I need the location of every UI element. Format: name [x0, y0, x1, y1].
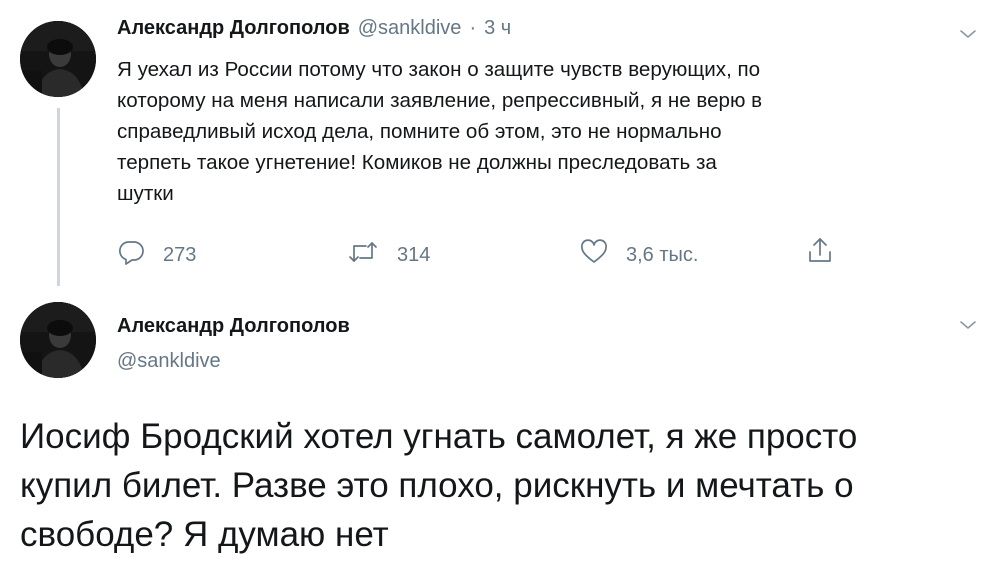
like-button[interactable]: 3,6 тыс.: [580, 239, 699, 271]
reply-button[interactable]: 273: [117, 240, 196, 270]
avatar[interactable]: [20, 302, 96, 378]
heart-icon: [580, 239, 608, 271]
reply-icon: [117, 239, 145, 271]
author-handle[interactable]: @sankldive: [117, 350, 221, 373]
author-handle[interactable]: @sankldive: [358, 17, 462, 40]
retweet-button[interactable]: 314: [347, 240, 430, 270]
chevron-down-icon[interactable]: [958, 27, 978, 41]
reply-count: 273: [163, 243, 197, 266]
author-name[interactable]: Александр Долгополов: [117, 17, 350, 40]
retweet-icon: [347, 239, 379, 271]
author-name[interactable]: Александр Долгополов: [117, 315, 350, 338]
chevron-down-icon[interactable]: [958, 318, 978, 332]
tweet-text: Иосиф Бродский хотел угнать самолет, я ж…: [20, 417, 858, 554]
thread-connector-line: [57, 108, 60, 286]
tweet-header: Александр Долгополов @sankldive · 3 ч: [117, 17, 511, 45]
share-icon: [806, 235, 834, 271]
retweet-count: 314: [397, 243, 431, 266]
share-button[interactable]: [806, 238, 834, 268]
tweet-timestamp[interactable]: 3 ч: [484, 17, 511, 40]
separator-dot: ·: [469, 17, 477, 39]
like-count: 3,6 тыс.: [626, 243, 699, 266]
tweet-text: Я уехал из России потому что закон о защ…: [117, 58, 763, 205]
avatar[interactable]: [20, 21, 96, 97]
